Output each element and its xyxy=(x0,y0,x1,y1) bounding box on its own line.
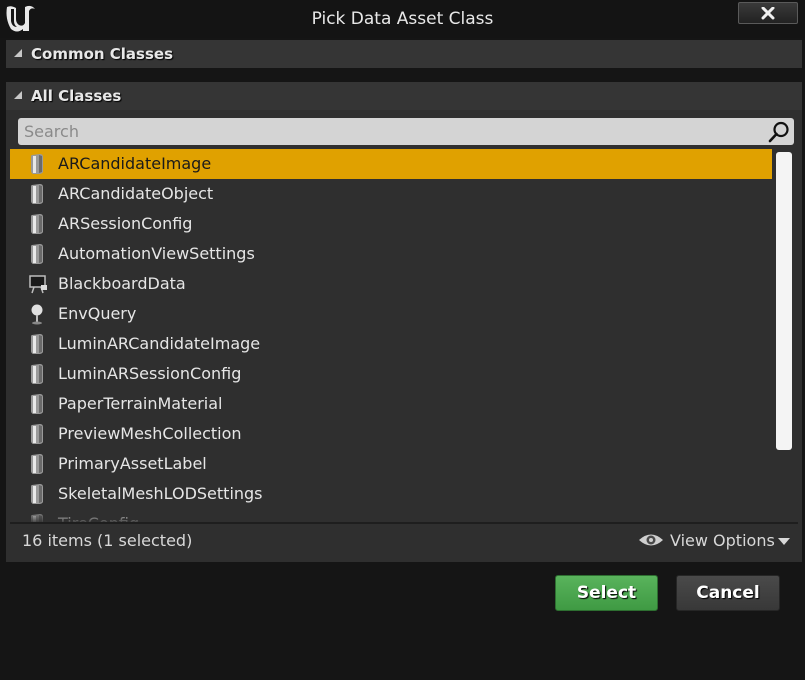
list-item[interactable]: PreviewMeshCollection xyxy=(10,419,772,449)
data-asset-icon xyxy=(28,183,46,205)
close-button[interactable] xyxy=(738,2,798,24)
window-title: Pick Data Asset Class xyxy=(311,9,494,29)
chevron-down-icon xyxy=(778,538,790,545)
list-item[interactable]: ARCandidateImage xyxy=(10,149,772,179)
data-asset-icon xyxy=(28,213,46,235)
list-item-label: ARSessionConfig xyxy=(58,214,193,233)
data-asset-icon xyxy=(28,423,46,445)
data-asset-icon xyxy=(28,153,46,175)
list-item[interactable]: PaperTerrainMaterial xyxy=(10,389,772,419)
list-item[interactable]: SkeletalMeshLODSettings xyxy=(10,479,772,509)
list-item-label: ARCandidateObject xyxy=(58,184,214,203)
list-item-label: LuminARSessionConfig xyxy=(58,364,242,383)
view-options-label: View Options xyxy=(670,531,775,550)
title-bar: Pick Data Asset Class xyxy=(0,0,805,38)
eye-icon xyxy=(639,534,663,546)
list-item[interactable]: EnvQuery xyxy=(10,299,772,329)
list-item-label: PaperTerrainMaterial xyxy=(58,394,223,413)
list-item-label: LuminARCandidateImage xyxy=(58,334,261,353)
data-asset-icon xyxy=(28,453,46,475)
list-item-label: SkeletalMeshLODSettings xyxy=(58,484,263,503)
expand-arrow-icon xyxy=(14,91,22,99)
list-item-label: ARCandidateImage xyxy=(58,154,212,173)
list-item-label: PreviewMeshCollection xyxy=(58,424,242,443)
close-icon xyxy=(761,7,775,20)
data-asset-icon xyxy=(28,363,46,385)
list-item[interactable]: AutomationViewSettings xyxy=(10,239,772,269)
search-icon[interactable] xyxy=(768,121,790,143)
all-classes-header[interactable]: All Classes xyxy=(6,82,802,110)
view-options-button[interactable]: View Options xyxy=(638,528,794,554)
list-item-label: PrimaryAssetLabel xyxy=(58,454,207,473)
list-item[interactable]: ARCandidateObject xyxy=(10,179,772,209)
all-classes-label: All Classes xyxy=(31,87,122,105)
common-classes-header[interactable]: Common Classes xyxy=(6,40,802,68)
list-item-label: BlackboardData xyxy=(58,274,186,293)
list-item[interactable]: LuminARCandidateImage xyxy=(10,329,772,359)
blackboard-icon xyxy=(28,273,47,295)
search-input[interactable] xyxy=(24,121,754,141)
select-button[interactable]: Select xyxy=(555,575,658,611)
list-item[interactable]: ARSessionConfig xyxy=(10,209,772,239)
divider xyxy=(10,522,798,524)
list-item-label: EnvQuery xyxy=(58,304,137,323)
list-item[interactable]: PrimaryAssetLabel xyxy=(10,449,772,479)
data-asset-icon xyxy=(28,243,46,265)
env-query-icon xyxy=(28,303,46,325)
cancel-button[interactable]: Cancel xyxy=(676,575,780,611)
class-list[interactable]: ARCandidateImage ARCandidateObject ARSessi… xyxy=(10,148,774,522)
item-count-status: 16 items (1 selected) xyxy=(22,531,193,550)
list-item[interactable]: LuminARSessionConfig xyxy=(10,359,772,389)
data-asset-icon xyxy=(28,333,46,355)
data-asset-icon xyxy=(28,393,46,415)
list-item[interactable]: BlackboardData xyxy=(10,269,772,299)
list-item-label: AutomationViewSettings xyxy=(58,244,255,263)
expand-arrow-icon xyxy=(14,49,22,57)
search-box[interactable] xyxy=(18,118,794,145)
list-scrollbar[interactable] xyxy=(776,152,792,450)
common-classes-label: Common Classes xyxy=(31,45,174,63)
data-asset-icon xyxy=(28,483,46,505)
